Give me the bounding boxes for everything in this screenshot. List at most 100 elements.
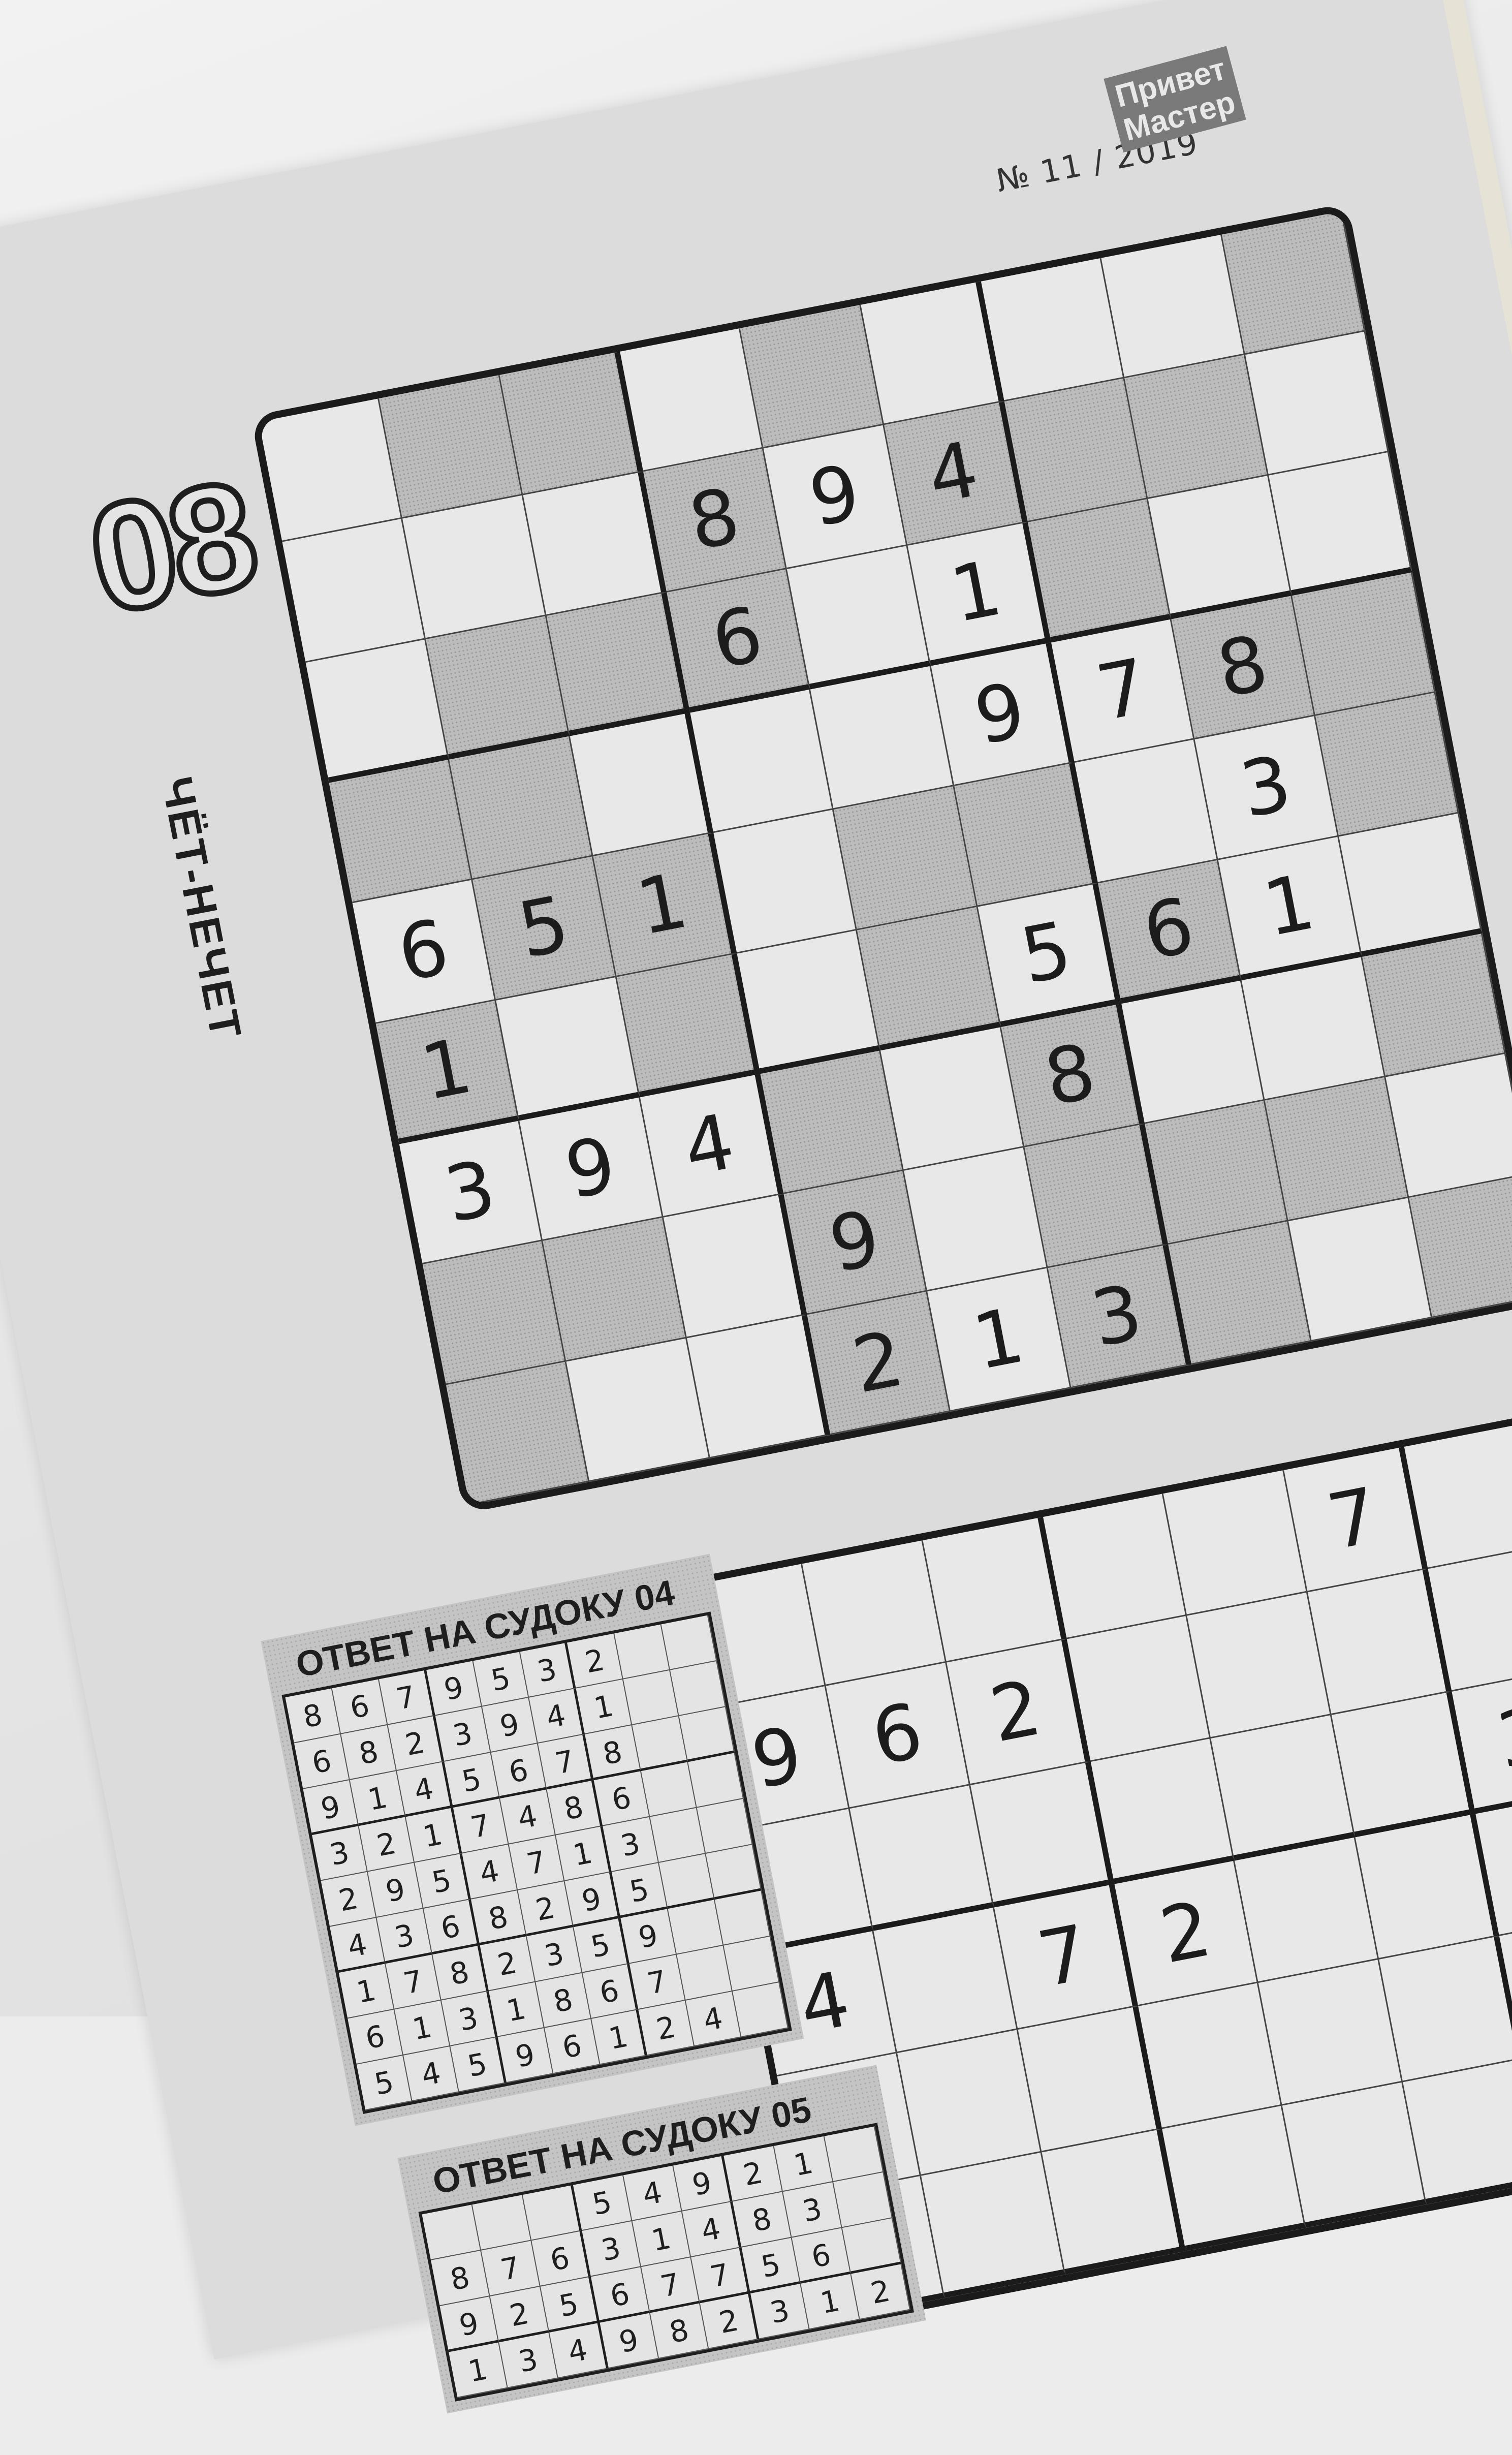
sudoku-cell	[954, 763, 1098, 907]
sudoku-cell	[690, 689, 834, 833]
sudoku-cell: 8	[547, 1780, 603, 1836]
sudoku-cell	[1265, 1077, 1409, 1221]
sudoku-cell	[970, 1761, 1115, 1908]
sudoku-cell: 2	[1114, 1860, 1259, 2007]
sudoku-cell	[1292, 572, 1436, 717]
sudoku-cell	[616, 953, 761, 1098]
sudoku-cell: 9	[519, 1097, 664, 1241]
sudoku-cell	[1121, 980, 1266, 1124]
sudoku-cell: 4	[500, 1789, 556, 1845]
sudoku-cell: 8	[536, 1973, 592, 2028]
sudoku-cell	[810, 666, 955, 810]
sudoku-cell: 8	[1171, 596, 1315, 740]
sudoku-cell: 4	[549, 2322, 609, 2379]
sudoku-cell: 2	[638, 2000, 695, 2056]
sudoku-cell: 4	[685, 1991, 742, 2047]
sudoku-cell: 6	[826, 1662, 970, 1809]
sudoku-cell: 5	[473, 1652, 529, 1707]
sudoku-cell	[1211, 1715, 1356, 1861]
sudoku-cell: 2	[359, 1817, 415, 1872]
magazine-page: № 11 / 2019 Привет Мастер 08 ЧЁТ-НЕЧЕТ 8…	[0, 0, 1512, 2414]
sudoku-cell	[897, 2030, 1042, 2176]
sudoku-cell	[697, 1798, 753, 1854]
sudoku-cell: 1	[591, 2009, 648, 2065]
sudoku-cell: 9	[482, 1697, 538, 1753]
sudoku-cell: 3	[526, 1927, 583, 1982]
sudoku-cell: 5	[444, 1752, 500, 1808]
sudoku-cell	[620, 328, 764, 472]
sudoku-cell: 4	[884, 401, 1028, 546]
sudoku-cell: 5	[356, 2055, 413, 2110]
sudoku-cell: 1	[801, 2274, 860, 2330]
sudoku-cell: 9	[368, 1862, 424, 1918]
sudoku-cell	[658, 1853, 715, 1909]
sudoku-cell	[1148, 475, 1292, 619]
sudoku-cell: 2	[700, 2293, 760, 2349]
sudoku-cell	[706, 1844, 762, 1900]
sudoku-cell: 8	[650, 2303, 709, 2359]
sudoku-cell	[981, 258, 1125, 402]
sudoku-cell	[1379, 1936, 1512, 2083]
sudoku-cell	[1075, 739, 1219, 884]
sudoku-cell: 3	[1194, 716, 1339, 860]
sudoku-cell	[305, 639, 450, 783]
sudoku-cell: 6	[667, 569, 811, 713]
sudoku-cell	[1385, 1053, 1512, 1198]
sudoku-cell: 1	[406, 1808, 462, 1863]
sudoku-cell: 7	[538, 1734, 594, 1790]
sudoku-cell	[1163, 1470, 1308, 1616]
sudoku-cell	[849, 1785, 994, 1931]
sudoku-cell	[641, 1762, 697, 1817]
sudoku-cell: 1	[375, 1000, 520, 1144]
sudoku-cell	[496, 977, 640, 1121]
sudoku-cell: 8	[285, 1688, 341, 1744]
magazine-logo: Привет Мастер	[1104, 46, 1246, 153]
sudoku-cell: 1	[927, 1267, 1072, 1412]
sudoku-cell	[1258, 1960, 1403, 2106]
sudoku-cell	[1307, 1569, 1452, 1715]
sudoku-cell	[880, 1027, 1025, 1171]
sudoku-cell	[1042, 2129, 1186, 2275]
sudoku-cell: 1	[350, 1770, 406, 1826]
sudoku-cell	[679, 1707, 735, 1762]
sudoku-cell	[1024, 1124, 1169, 1268]
sudoku-cell	[923, 1517, 1067, 1663]
sudoku-cell	[329, 759, 473, 904]
sudoku-cell: 1	[593, 833, 737, 977]
sudoku-cell: 5	[472, 856, 617, 1001]
sudoku-cell	[1168, 1221, 1312, 1365]
sudoku-cell: 2	[388, 1716, 444, 1771]
sudoku-cell: 3	[376, 1908, 433, 1964]
sudoku-cell: 9	[497, 2028, 554, 2084]
sudoku-cell	[740, 304, 885, 449]
sudoku-cell: 2	[321, 1872, 377, 1927]
sudoku-cell: 6	[294, 1734, 351, 1789]
sudoku-cell	[787, 545, 931, 690]
sudoku-cell	[632, 1716, 688, 1772]
sudoku-cell: 5	[612, 1862, 668, 1918]
sudoku-cell	[259, 398, 403, 542]
sudoku-cell: 6	[352, 880, 496, 1024]
sudoku-cell: 1	[338, 1964, 395, 2019]
sudoku-cell	[570, 712, 714, 857]
sudoku-cell: 2	[567, 1633, 623, 1689]
sudoku-cell: 4	[462, 1844, 518, 1900]
sudoku-cell: 3	[750, 2283, 810, 2340]
sudoku-cell	[860, 281, 1004, 425]
sudoku-cell: 3	[603, 1817, 659, 1872]
sudoku-cell	[676, 1945, 733, 2001]
sudoku-cell: 9	[931, 642, 1075, 787]
sudoku-cell	[546, 592, 690, 736]
sudoku-cell	[904, 1147, 1048, 1291]
sudoku-cell: 3	[312, 1826, 368, 1881]
sudoku-cell	[802, 1540, 947, 1686]
sudoku-cell: 6	[332, 1679, 388, 1734]
sudoku-cell	[1162, 2105, 1306, 2251]
sudoku-cell: 2	[480, 1936, 536, 1992]
answer-box-04: ОТВЕТ НА СУДОКУ 04 867953268239419145678…	[261, 1553, 804, 2126]
sudoku-cell	[1138, 1983, 1283, 2129]
sudoku-cell	[732, 1982, 789, 2038]
sudoku-cell: 3	[1048, 1244, 1192, 1388]
sudoku-cell	[714, 1890, 771, 1946]
sudoku-grid-main: 894619786513156139489213	[250, 203, 1512, 1514]
